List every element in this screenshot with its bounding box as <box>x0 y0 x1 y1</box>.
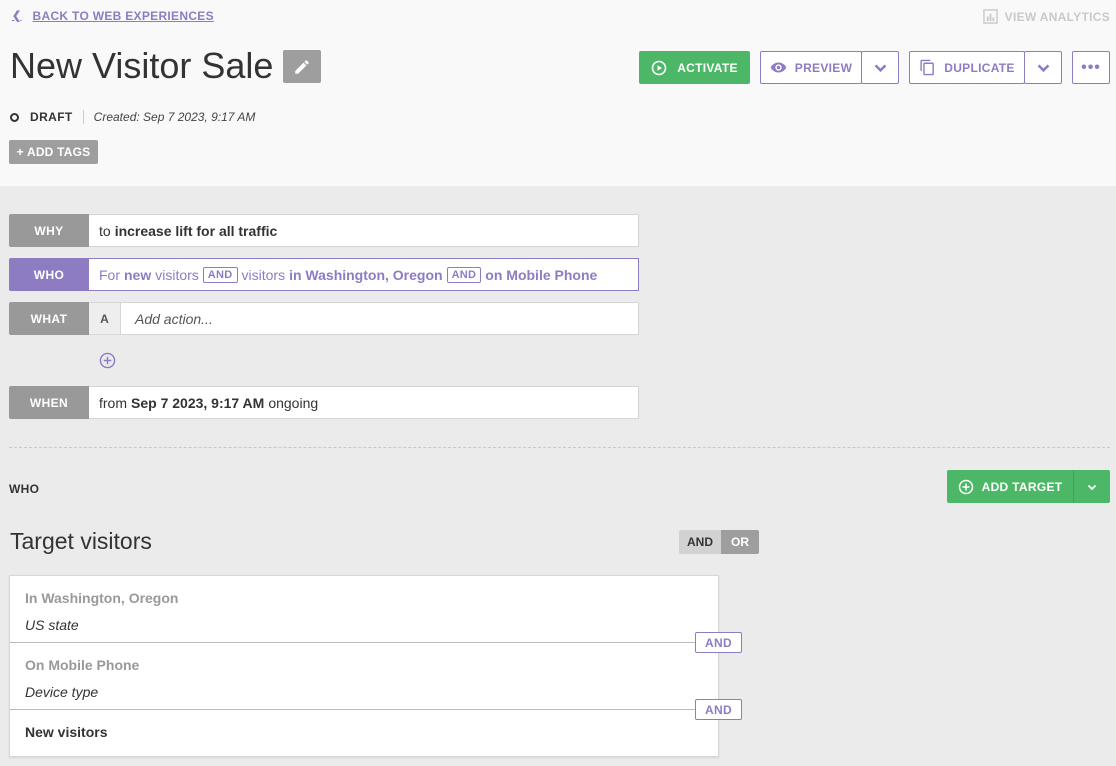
chevron-left-icon: ❮ <box>12 9 22 22</box>
when-value[interactable]: from Sep 7 2023, 9:17 AM ongoing <box>89 386 639 419</box>
and-connector: AND <box>695 632 742 653</box>
why-label: WHY <box>9 214 89 247</box>
target-item[interactable]: New visitors <box>10 724 718 740</box>
add-target-label: ADD TARGET <box>981 479 1063 494</box>
add-target-main[interactable]: ADD TARGET <box>947 470 1073 503</box>
view-analytics-label: VIEW ANALYTICS <box>1004 9 1110 24</box>
why-value[interactable]: to increase lift for all traffic <box>89 214 639 247</box>
preview-label: PREVIEW <box>794 60 853 75</box>
status-badge: DRAFT <box>30 110 84 124</box>
analytics-icon <box>982 9 998 24</box>
duplicate-button[interactable]: DUPLICATE <box>909 51 1025 84</box>
who-condition: on Mobile Phone <box>485 266 598 283</box>
more-options-button[interactable]: ••• <box>1072 51 1110 84</box>
activate-label: ACTIVATE <box>677 60 738 75</box>
preview-button[interactable]: PREVIEW <box>760 51 862 84</box>
what-label: WHAT <box>9 302 89 335</box>
when-date: Sep 7 2023, 9:17 AM <box>131 394 265 411</box>
why-prefix: to <box>99 222 111 239</box>
target-title: In Washington, Oregon <box>25 590 179 606</box>
chevron-down-icon <box>1037 64 1049 73</box>
who-condition: in Washington, Oregon <box>289 266 443 283</box>
duplicate-dropdown-button[interactable] <box>1024 51 1062 84</box>
target-type: Device type <box>25 684 99 700</box>
target-title: On Mobile Phone <box>25 657 140 673</box>
who-row[interactable]: WHO For new visitors AND visitors in Was… <box>9 258 639 291</box>
target-title: New visitors <box>25 724 108 740</box>
section-divider <box>9 447 1110 448</box>
why-goal: increase lift for all traffic <box>114 222 278 239</box>
back-link-label: BACK TO WEB EXPERIENCES <box>32 9 214 23</box>
target-type: US state <box>25 617 79 633</box>
when-prefix: from <box>99 394 127 411</box>
target-divider <box>10 642 718 643</box>
when-row[interactable]: WHEN from Sep 7 2023, 9:17 AM ongoing <box>9 386 639 419</box>
when-suffix: ongoing <box>268 394 319 411</box>
who-text: visitors <box>155 266 199 283</box>
who-condition: new <box>124 266 152 283</box>
plus-circle-icon <box>958 479 973 494</box>
and-badge: AND <box>446 266 482 283</box>
more-icon: ••• <box>1081 58 1101 76</box>
add-target-button[interactable]: ADD TARGET <box>947 470 1110 503</box>
created-date: Created: Sep 7 2023, 9:17 AM <box>93 110 256 124</box>
why-row[interactable]: WHY to increase lift for all traffic <box>9 214 639 247</box>
who-text: For <box>99 266 120 283</box>
activate-button[interactable]: ACTIVATE <box>639 51 750 84</box>
page-title: New Visitor Sale <box>10 45 274 86</box>
and-badge: AND <box>202 266 238 283</box>
add-target-dropdown[interactable] <box>1073 470 1110 503</box>
target-divider <box>10 709 718 710</box>
add-tags-button[interactable]: + ADD TAGS <box>9 140 98 164</box>
back-link[interactable]: ❮ BACK TO WEB EXPERIENCES <box>12 9 214 23</box>
target-item[interactable]: On Mobile Phone Device type <box>10 657 718 700</box>
duplicate-label: DUPLICATE <box>944 60 1015 75</box>
add-action-input[interactable]: Add action... <box>125 311 213 327</box>
and-or-toggle[interactable]: AND OR <box>679 530 759 554</box>
view-analytics-link[interactable]: VIEW ANALYTICS <box>982 9 1110 24</box>
edit-title-button[interactable] <box>283 50 321 83</box>
what-value[interactable]: A Add action... <box>89 302 639 335</box>
who-label: WHO <box>9 258 89 291</box>
and-connector: AND <box>695 699 742 720</box>
status-bar: DRAFT Created: Sep 7 2023, 9:17 AM <box>10 110 255 124</box>
play-circle-icon <box>651 60 667 75</box>
status-dot-icon <box>10 112 19 122</box>
variant-tag: A <box>89 303 121 334</box>
target-item[interactable]: In Washington, Oregon US state <box>10 590 718 633</box>
eye-icon <box>770 62 787 73</box>
when-label: WHEN <box>9 386 89 419</box>
who-section-label: WHO <box>9 482 40 496</box>
what-row[interactable]: WHAT A Add action... <box>9 302 639 335</box>
target-list: In Washington, Oregon US state On Mobile… <box>9 575 719 757</box>
chevron-down-icon <box>1087 484 1097 490</box>
header-panel: ❮ BACK TO WEB EXPERIENCES VIEW ANALYTICS… <box>0 0 1116 186</box>
who-text: visitors <box>241 266 286 283</box>
and-toggle-option[interactable]: AND <box>679 530 721 554</box>
copy-icon <box>920 59 935 76</box>
target-visitors-title: Target visitors <box>10 528 152 554</box>
pencil-icon <box>295 59 309 74</box>
who-value[interactable]: For new visitors AND visitors in Washing… <box>89 258 639 291</box>
preview-dropdown-button[interactable] <box>861 51 899 84</box>
chevron-down-icon <box>874 64 886 73</box>
or-toggle-option[interactable]: OR <box>721 530 759 554</box>
add-variant-icon[interactable] <box>99 352 116 369</box>
